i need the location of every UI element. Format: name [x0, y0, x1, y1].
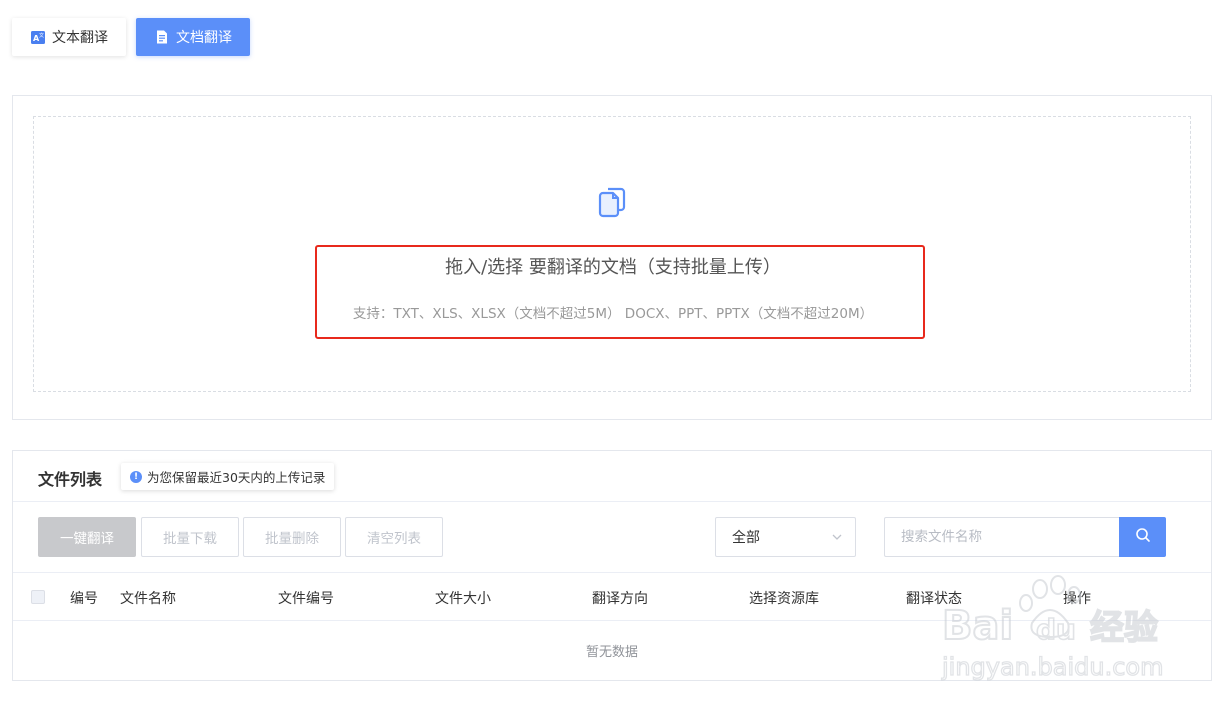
table-header: 编号 文件名称 文件编号 文件大小 翻译方向 选择资源库 翻译状态 操作	[13, 572, 1211, 621]
file-list-panel: 文件列表 ! 为您保留最近30天内的上传记录 一键翻译 批量下载 批量删除 清空…	[12, 450, 1212, 681]
file-list-title: 文件列表	[38, 470, 103, 489]
tab-document-translate[interactable]: 文档翻译	[136, 18, 250, 56]
upload-dropzone[interactable]: 拖入/选择 要翻译的文档（支持批量上传） 支持：TXT、XLS、XLSX（文档不…	[33, 116, 1191, 392]
document-icon	[154, 29, 170, 45]
retention-notice: ! 为您保留最近30天内的上传记录	[121, 463, 335, 490]
status-filter-select[interactable]: 全部	[715, 517, 856, 557]
select-value: 全部	[732, 530, 760, 546]
tab-text-translate[interactable]: A 文 文本翻译	[12, 18, 126, 56]
translate-all-button[interactable]: 一键翻译	[38, 517, 136, 557]
file-list-header: 文件列表 ! 为您保留最近30天内的上传记录	[13, 451, 1211, 502]
column-header: 文件大小	[435, 591, 491, 607]
select-all-checkbox[interactable]	[31, 590, 45, 604]
column-header: 文件名称	[120, 591, 176, 607]
mode-tabs: A 文 文本翻译 文档翻译	[12, 18, 250, 56]
column-header: 翻译方向	[592, 591, 648, 607]
notice-text: 为您保留最近30天内的上传记录	[147, 470, 326, 485]
clear-list-button[interactable]: 清空列表	[345, 517, 443, 557]
search-icon	[1135, 527, 1151, 547]
empty-state-text: 暂无数据	[585, 645, 638, 660]
search-input[interactable]	[884, 517, 1120, 557]
chevron-down-icon	[831, 531, 843, 543]
file-list-toolbar: 一键翻译 批量下载 批量删除 清空列表 全部	[13, 502, 1211, 572]
column-header: 文件编号	[278, 591, 334, 607]
upload-support-formats: 支持：TXT、XLS、XLSX（文档不超过5M） DOCX、PPT、PPTX（文…	[352, 306, 874, 322]
batch-download-button[interactable]: 批量下载	[141, 517, 239, 557]
column-header: 翻译状态	[906, 591, 962, 607]
documents-icon	[596, 186, 628, 218]
info-icon: !	[130, 470, 142, 483]
column-header: 编号	[70, 591, 98, 607]
tab-label: 文本翻译	[52, 30, 108, 46]
text-translate-icon: A 文	[30, 29, 46, 45]
column-header: 操作	[1063, 591, 1091, 607]
upload-title: 拖入/选择 要翻译的文档（支持批量上传）	[445, 257, 781, 278]
search-button[interactable]	[1119, 517, 1166, 557]
tab-label: 文档翻译	[176, 30, 232, 46]
upload-panel: 拖入/选择 要翻译的文档（支持批量上传） 支持：TXT、XLS、XLSX（文档不…	[12, 95, 1212, 420]
column-header: 选择资源库	[749, 591, 819, 607]
svg-text:文: 文	[39, 32, 44, 39]
batch-delete-button[interactable]: 批量删除	[243, 517, 341, 557]
